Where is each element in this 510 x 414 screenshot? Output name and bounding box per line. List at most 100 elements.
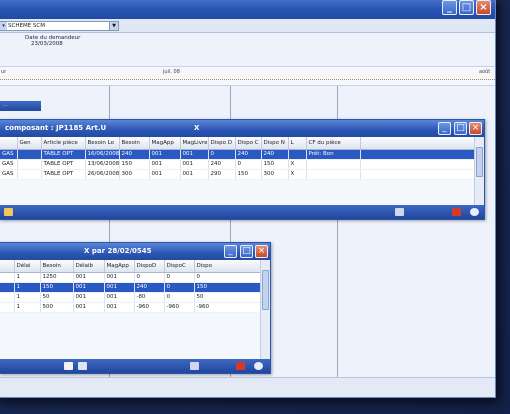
maximize-button[interactable]: □ xyxy=(454,122,467,135)
table-row[interactable]: 1 50 001 001 -80 0 50 xyxy=(0,292,263,303)
vertical-scrollbar[interactable] xyxy=(260,260,270,360)
column-header[interactable]: Article pièce xyxy=(41,137,86,150)
table-cell xyxy=(306,159,361,170)
table-cell: 13/06/2008 xyxy=(85,159,120,170)
table-cell: 500 xyxy=(40,302,74,313)
help-icon[interactable] xyxy=(470,208,479,216)
column-header[interactable]: Délai xyxy=(14,260,41,273)
table-cell: TABLE OPT xyxy=(41,159,86,170)
table-cell: X xyxy=(288,169,307,180)
timeline-label: ur xyxy=(1,69,7,75)
tool-icon[interactable] xyxy=(190,362,199,370)
detail-window: X par 28/02/0545 _ □ × Délai Besoin Déla… xyxy=(0,242,271,374)
maximize-button[interactable]: □ xyxy=(459,0,474,15)
tab-strip[interactable]: ··· xyxy=(0,101,41,111)
table-cell: X xyxy=(288,159,307,170)
table-cell: 001 xyxy=(73,272,105,283)
table-cell: 240 xyxy=(261,149,289,160)
table-cell: 0 xyxy=(134,272,165,283)
scrollbar-thumb[interactable] xyxy=(262,270,269,310)
table-cell: 150 xyxy=(194,282,263,293)
table-cell: 001 xyxy=(104,302,135,313)
table-row[interactable]: 1 500 001 001 -960 -960 -960 xyxy=(0,302,263,313)
column-header[interactable]: L xyxy=(288,137,307,150)
column-header[interactable]: Dispo N xyxy=(261,137,289,150)
column-header[interactable]: DispoC xyxy=(164,260,195,273)
close-button[interactable]: × xyxy=(255,245,268,258)
table-cell xyxy=(360,169,477,180)
table-cell: 0 xyxy=(164,282,195,293)
column-header[interactable]: CF du pièce xyxy=(306,137,361,150)
table-cell: 150 xyxy=(119,159,150,170)
maximize-button[interactable]: □ xyxy=(240,245,253,258)
table-cell: GAS xyxy=(0,149,18,160)
table-cell: 001 xyxy=(180,149,209,160)
vertical-scrollbar[interactable] xyxy=(474,137,484,207)
table-cell: 240 xyxy=(134,282,165,293)
table-cell xyxy=(306,169,361,180)
table-row[interactable]: GAS TABLE OPT 16/06/2008 240 001 001 0 240 240 Pr… xyxy=(0,149,477,160)
table-cell: 001 xyxy=(180,159,209,170)
table-cell: 001 xyxy=(149,149,181,160)
close-button[interactable]: × xyxy=(476,0,491,15)
table-cell: 001 xyxy=(149,169,181,180)
table-cell: 290 xyxy=(208,169,236,180)
date-field: Date du demandeur 23/03/2008 xyxy=(25,35,85,49)
column-header[interactable]: Délaib xyxy=(73,260,105,273)
table-cell: 240 xyxy=(208,159,236,170)
help-icon[interactable] xyxy=(254,362,263,370)
tool-icon[interactable] xyxy=(395,208,404,216)
column-header[interactable]: Gen xyxy=(17,137,42,150)
combo-left-icon: ▾ xyxy=(0,22,7,30)
document-icon[interactable] xyxy=(64,362,73,370)
copy-icon[interactable] xyxy=(78,362,87,370)
table-row[interactable]: GAS TABLE OPT 26/06/2008 300 001 001 290 150 300… xyxy=(0,169,477,180)
close-button[interactable]: × xyxy=(469,122,482,135)
table-row[interactable]: 1 1250 001 001 0 0 0 xyxy=(0,272,263,283)
table-cell: -960 xyxy=(134,302,165,313)
table-cell xyxy=(288,149,307,160)
component-window-title[interactable]: composant : JP1185 Art.U X xyxy=(0,120,484,137)
bottom-strip xyxy=(0,377,495,397)
table-cell: 240 xyxy=(119,149,150,160)
folder-icon[interactable] xyxy=(4,208,13,216)
table-cell: 16/06/2008 xyxy=(85,149,120,160)
scrollbar-thumb[interactable] xyxy=(476,147,483,177)
column-header[interactable]: DispoD xyxy=(134,260,165,273)
column-header[interactable]: Besoin Lo xyxy=(85,137,120,150)
minimize-button[interactable]: _ xyxy=(438,122,451,135)
column-header[interactable]: MagApp xyxy=(104,260,135,273)
table-cell: 150 xyxy=(40,282,74,293)
table-cell: 1250 xyxy=(40,272,74,283)
table-row[interactable]: 1 150 001 001 240 0 150 xyxy=(0,282,263,293)
table-cell xyxy=(360,149,477,160)
column-header[interactable] xyxy=(0,260,15,273)
column-header[interactable]: Dispo C xyxy=(235,137,262,150)
column-header[interactable]: MagApp xyxy=(149,137,181,150)
minimize-button[interactable]: _ xyxy=(442,0,457,15)
timeline-axis xyxy=(0,79,495,80)
column-header[interactable]: Besoin xyxy=(119,137,150,150)
timeline-label: août xyxy=(479,69,491,75)
table-cell: 300 xyxy=(261,169,289,180)
window-title-text: X par 28/02/0545 xyxy=(84,247,152,255)
column-header[interactable]: Dispo xyxy=(194,260,263,273)
table-cell: 150 xyxy=(235,169,262,180)
table-cell: 0 xyxy=(164,292,195,303)
chevron-down-icon[interactable]: ▼ xyxy=(109,22,118,30)
table-cell xyxy=(0,282,15,293)
window-title-text: composant : JP1185 Art.U xyxy=(5,124,107,132)
table-row[interactable]: GAS TABLE OPT 13/06/2008 150 001 001 240 0 150 X xyxy=(0,159,477,170)
scheme-combo[interactable]: ▾ SCHEME SCM ▼ xyxy=(0,21,119,31)
column-header[interactable] xyxy=(0,137,18,150)
column-header[interactable]: MagLivre xyxy=(180,137,209,150)
table-cell: TABLE OPT xyxy=(41,169,86,180)
table-cell: 0 xyxy=(235,159,262,170)
table-cell xyxy=(0,302,15,313)
delete-icon[interactable] xyxy=(236,362,245,370)
delete-icon[interactable] xyxy=(452,208,461,216)
minimize-button[interactable]: _ xyxy=(224,245,237,258)
main-window: _ □ × ▾ SCHEME SCM ▼ Date du demandeur 2… xyxy=(0,0,496,398)
column-header[interactable]: Besoin xyxy=(40,260,74,273)
column-header[interactable]: Dispo D xyxy=(208,137,236,150)
